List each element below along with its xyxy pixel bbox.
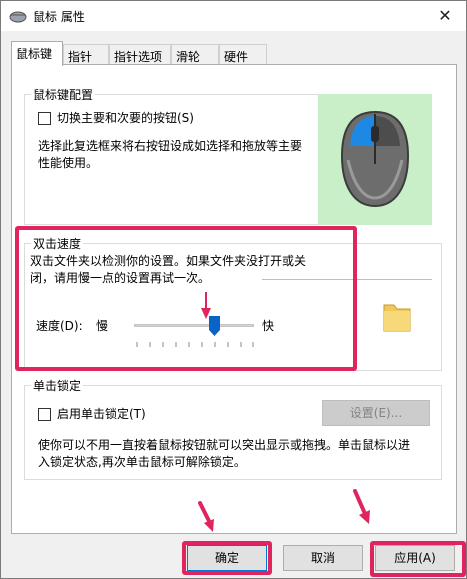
cancel-button[interactable]: 取消 — [283, 545, 363, 571]
annotation-arrow-icon — [353, 489, 370, 524]
switch-buttons-description: 选择此复选框来将右按钮设成如选择和拖放等主要 — [38, 139, 303, 153]
tab-hardware[interactable]: 硬件 — [219, 44, 267, 65]
click-lock-label[interactable]: 启用单击锁定(T) — [57, 406, 146, 423]
ok-button[interactable]: 确定 — [187, 545, 267, 571]
switch-buttons-description: 性能使用。 — [38, 156, 99, 170]
mouse-illustration-icon — [340, 110, 410, 208]
mouse-properties-window: 鼠标 属性 ✕ 鼠标键 指针 指针选项 滑轮 硬件 鼠标键配置 切换主要和次要的… — [0, 0, 467, 579]
click-lock-settings-button[interactable]: 设置(E)... — [322, 400, 430, 426]
close-button[interactable]: ✕ — [434, 5, 456, 27]
click-lock-description: 入锁定状态,再次单击鼠标可解除锁定。 — [38, 455, 246, 469]
tab-wheel[interactable]: 滑轮 — [171, 44, 219, 65]
apply-button[interactable]: 应用(A) — [375, 545, 455, 571]
tab-buttons[interactable]: 鼠标键 — [11, 41, 63, 66]
mouse-app-icon — [9, 11, 27, 23]
annotation-arrow-icon — [201, 292, 211, 319]
tab-label: 滑轮 — [176, 50, 201, 64]
close-icon: ✕ — [438, 6, 452, 25]
switch-buttons-checkbox[interactable] — [38, 112, 51, 125]
window-title: 鼠标 属性 — [33, 10, 85, 24]
test-folder-icon[interactable] — [380, 295, 414, 335]
tab-label: 指针 — [68, 50, 93, 64]
tab-label: 硬件 — [224, 50, 249, 64]
tab-label: 鼠标键 — [16, 47, 53, 61]
group-title: 单击锁定 — [31, 377, 84, 394]
click-lock-checkbox[interactable] — [38, 408, 51, 421]
title-bar: 鼠标 属性 ✕ — [1, 1, 466, 31]
tab-label: 指针选项 — [114, 50, 163, 64]
click-lock-description: 使你可以不用一直按着鼠标按钮就可以突出显示或拖拽。单击鼠标以进 — [38, 438, 411, 452]
tab-pointers[interactable]: 指针 — [63, 44, 109, 65]
group-title: 鼠标键配置 — [31, 86, 96, 103]
annotation-highlight-double-click — [15, 226, 357, 371]
annotation-arrow-icon — [198, 501, 214, 532]
tab-pointer-options[interactable]: 指针选项 — [109, 44, 171, 65]
mouse-illustration-panel — [318, 94, 432, 225]
switch-buttons-label[interactable]: 切换主要和次要的按钮(S) — [57, 110, 194, 127]
